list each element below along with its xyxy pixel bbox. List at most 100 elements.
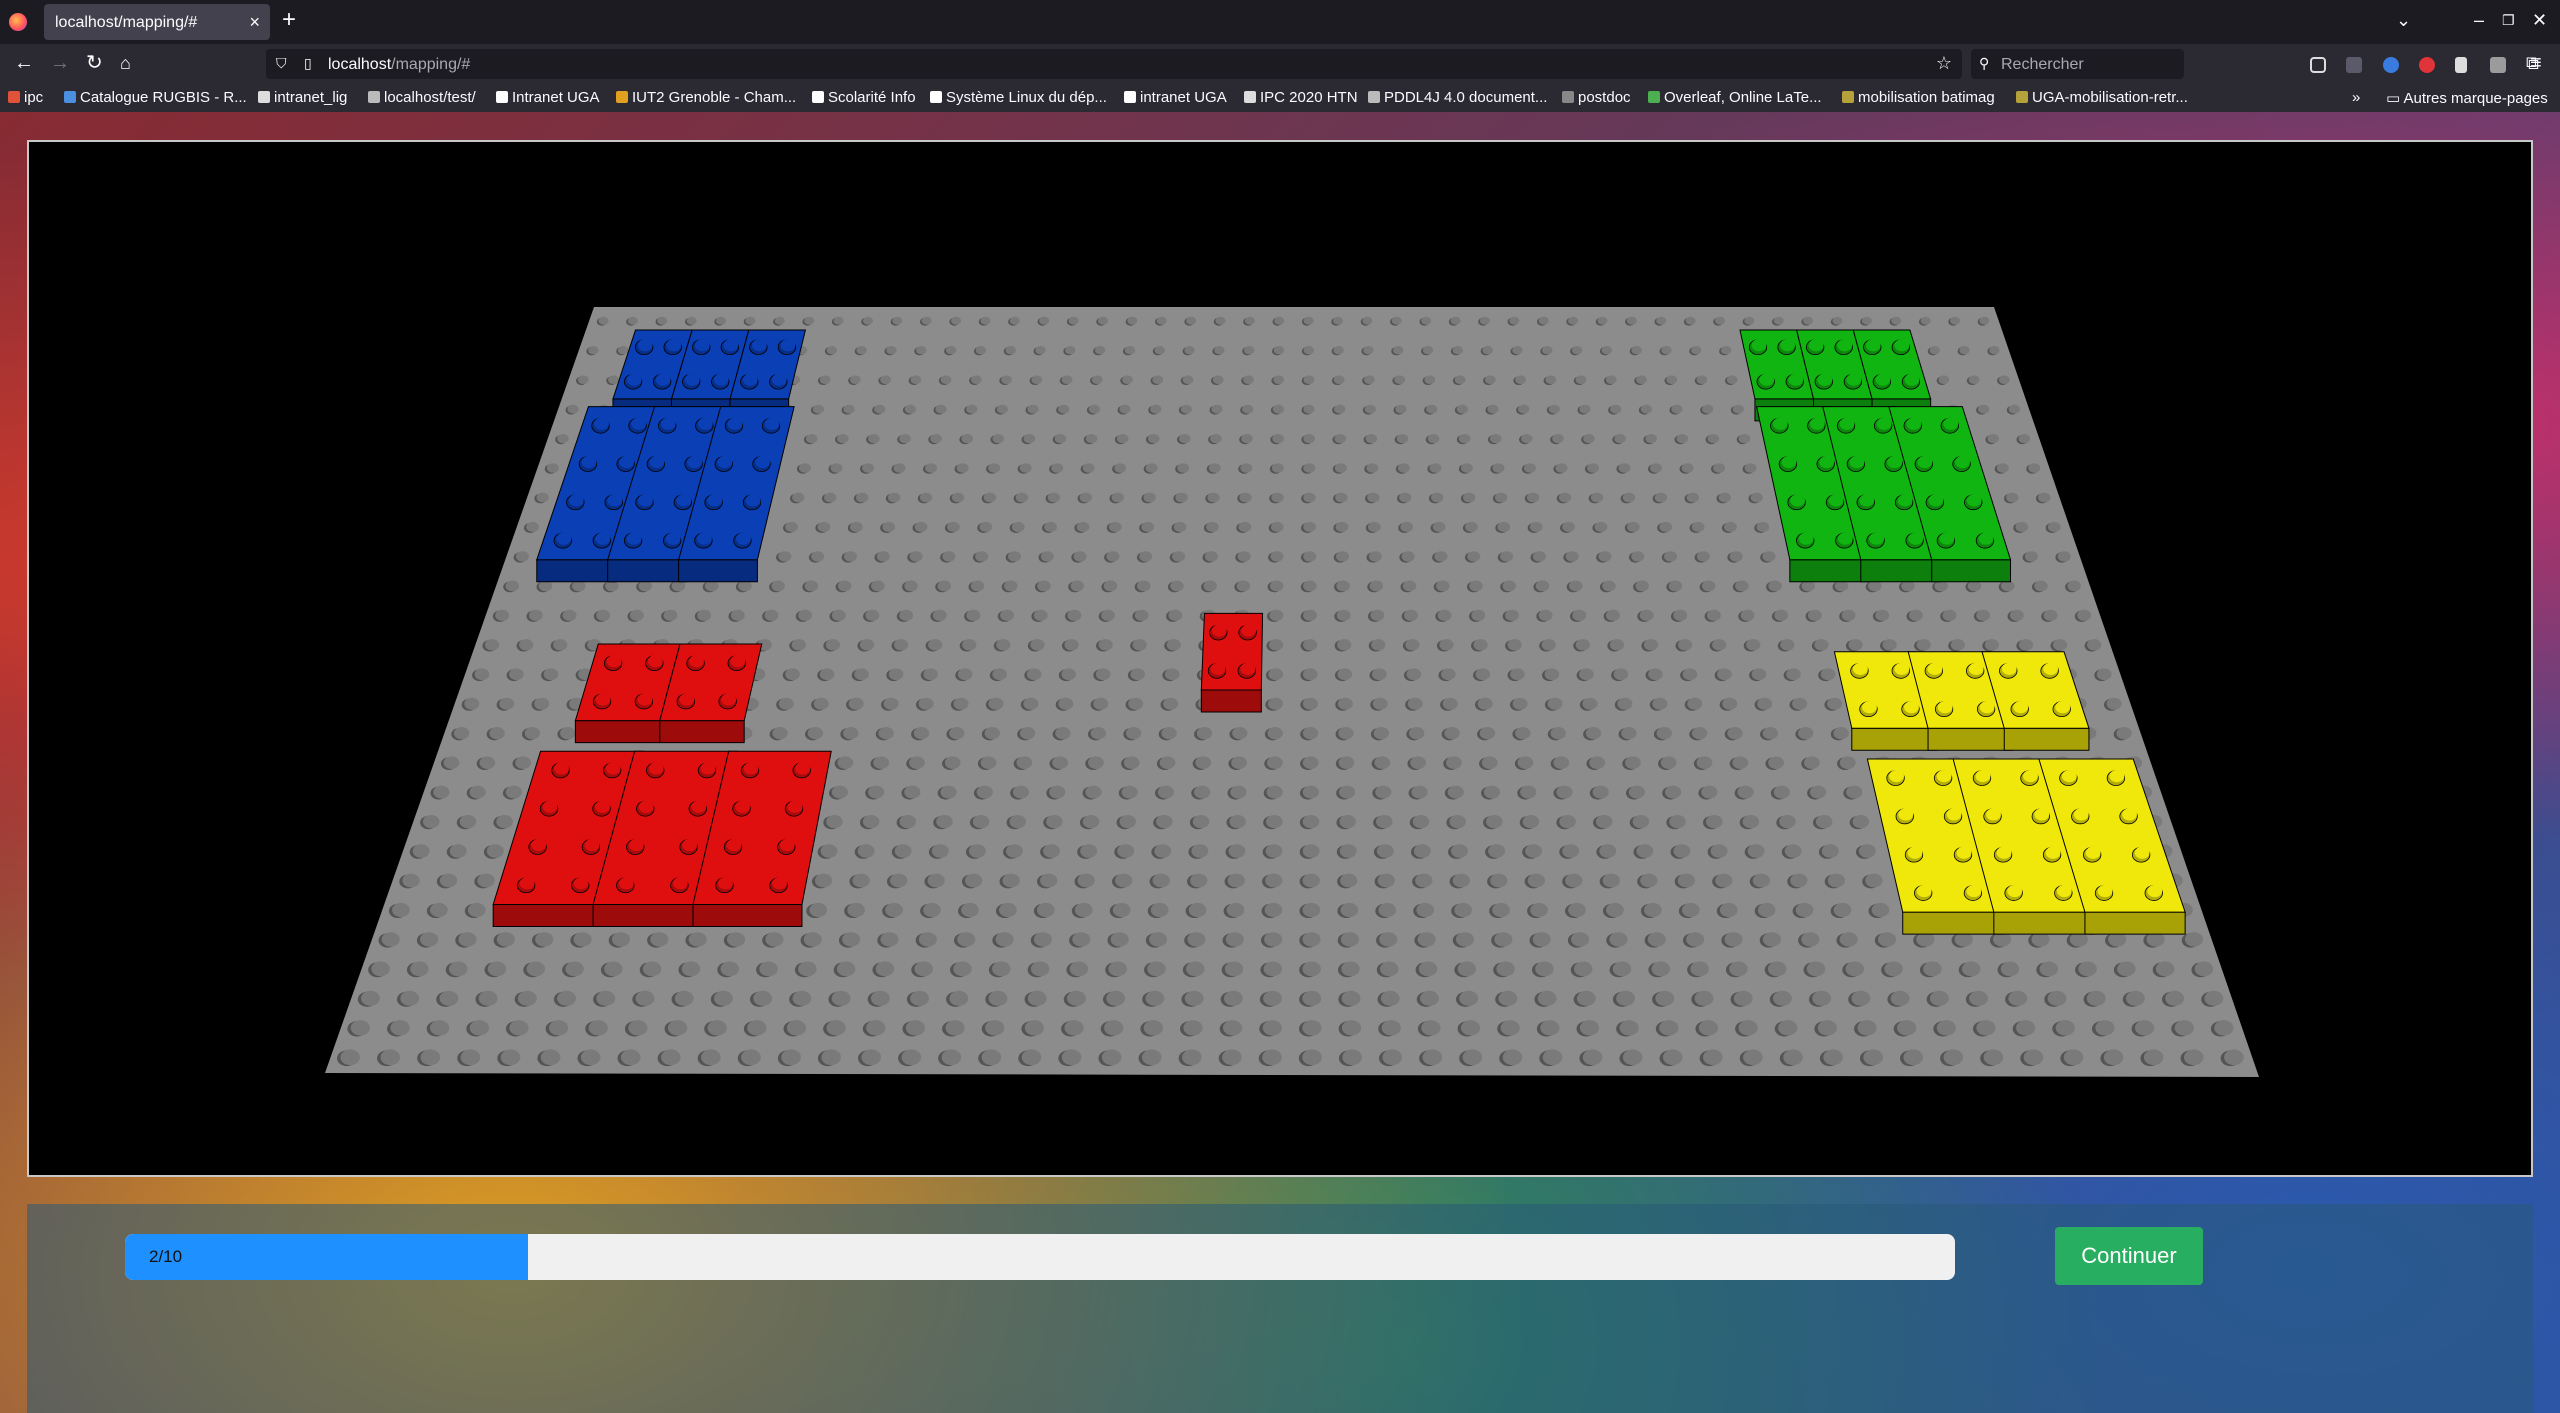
forward-icon[interactable]: → <box>50 52 70 74</box>
stud <box>1064 639 1079 651</box>
stud <box>1182 1049 1202 1066</box>
brick-stud-top <box>638 494 653 507</box>
extension-icon[interactable] <box>2346 57 2362 73</box>
bookmark-item[interactable]: intranet UGA <box>1124 89 1227 106</box>
stud <box>1613 668 1629 681</box>
other-bookmarks-folder[interactable]: ▭ Autres marque-pages <box>2386 89 2548 107</box>
bookmarks-overflow-icon[interactable]: » <box>2352 89 2360 106</box>
reader-icon[interactable] <box>2455 57 2467 73</box>
brick-stud-top <box>1928 494 1944 507</box>
stud <box>1035 346 1046 355</box>
bookmark-item[interactable]: postdoc <box>1562 89 1631 106</box>
brick-front-face <box>592 903 703 927</box>
bookmark-item[interactable]: IUT2 Grenoble - Cham... <box>616 89 796 106</box>
stud <box>1149 932 1168 947</box>
adblock-icon[interactable] <box>2419 57 2435 73</box>
bookmark-item[interactable]: Overleaf, Online LaTe... <box>1648 89 1822 106</box>
bookmark-item[interactable]: Système Linux du dép... <box>930 89 1107 106</box>
bookmark-item[interactable]: PDDL4J 4.0 document... <box>1368 89 1547 106</box>
bookmark-item[interactable]: mobilisation batimag <box>1842 89 1995 106</box>
brick-stud-top <box>1828 494 1844 507</box>
brick-scene-canvas[interactable] <box>27 140 2533 1177</box>
minimize-icon[interactable]: – <box>2474 10 2484 31</box>
brick-stud-top <box>1210 662 1226 675</box>
stud <box>1645 433 1657 444</box>
bookmark-item[interactable]: IPC 2020 HTN <box>1244 89 1358 106</box>
stud <box>1515 375 1526 384</box>
stud <box>899 433 911 444</box>
stud <box>1691 346 1702 355</box>
stud <box>843 727 859 740</box>
brick-scene-svg[interactable] <box>29 142 2535 1179</box>
stud <box>1609 639 1625 651</box>
stud <box>1454 375 1466 384</box>
stud <box>1367 492 1380 503</box>
stud <box>1616 990 1636 1006</box>
stud <box>826 346 838 355</box>
bookmark-item[interactable]: ipc <box>8 89 43 106</box>
stud <box>1111 492 1124 503</box>
page-icon[interactable]: ▯ <box>304 55 312 72</box>
stud <box>1452 346 1464 355</box>
bookmark-item[interactable]: intranet_lig <box>258 89 347 106</box>
stud <box>479 756 496 769</box>
menu-icon[interactable]: ≡ <box>2530 52 2542 74</box>
continue-button[interactable]: Continuer <box>2055 1227 2203 1285</box>
home-icon[interactable]: ⌂ <box>120 52 131 74</box>
stud <box>1579 668 1594 681</box>
stud <box>910 990 930 1006</box>
stud <box>878 727 894 740</box>
stud <box>904 404 917 414</box>
bookmark-star-icon[interactable]: ☆ <box>1936 53 1952 74</box>
bookmark-item[interactable]: Scolarité Info <box>812 89 916 106</box>
stud <box>1455 932 1475 947</box>
pocket-icon[interactable] <box>2310 57 2326 73</box>
stud <box>1768 580 1782 592</box>
url-text[interactable]: localhost/mapping/# <box>328 56 470 74</box>
restore-icon[interactable]: ❐ <box>2502 12 2515 29</box>
stud <box>1420 990 1439 1006</box>
stud <box>1263 961 1283 977</box>
stud <box>1713 463 1726 473</box>
stud <box>1127 316 1138 325</box>
stud <box>726 932 746 947</box>
back-icon[interactable]: ← <box>14 52 34 74</box>
stud <box>813 697 829 710</box>
tab-close-icon[interactable]: × <box>249 12 260 33</box>
stud <box>1762 727 1779 740</box>
stud <box>880 932 899 947</box>
stud <box>1164 668 1180 681</box>
bookmark-item[interactable]: UGA-mobilisation-retr... <box>2016 89 2188 106</box>
bookmark-item[interactable]: Catalogue RUGBIS - R... <box>64 89 247 106</box>
url-bar[interactable]: ⛉ ▯ localhost/mapping/# ☆ <box>266 49 1962 79</box>
close-window-icon[interactable]: ✕ <box>2532 10 2547 31</box>
stud <box>340 1049 361 1066</box>
stud <box>1548 404 1560 414</box>
stud <box>1402 580 1417 592</box>
tab-active[interactable]: localhost/mapping/# × <box>44 4 270 40</box>
stud <box>1152 375 1164 384</box>
bookmark-item[interactable]: Intranet UGA <box>496 89 600 106</box>
stud <box>1857 1020 1877 1036</box>
new-tab-button[interactable]: + <box>282 8 296 32</box>
stud <box>1150 902 1169 918</box>
stud <box>919 492 933 503</box>
shield-icon[interactable]: ⛉ <box>276 55 287 72</box>
tab-list-icon[interactable]: ⌄ <box>2396 10 2411 31</box>
brick-stud-top <box>1887 455 1903 469</box>
stud <box>1529 521 1543 533</box>
search-bar[interactable]: ⚲ Rechercher <box>1971 49 2184 79</box>
stud <box>1846 785 1863 799</box>
stud <box>1182 375 1194 384</box>
bookmark-item[interactable]: localhost/test/ <box>368 89 476 106</box>
stud <box>1184 990 1204 1006</box>
reload-icon[interactable]: ↻ <box>86 52 103 74</box>
downloads-icon[interactable] <box>2490 57 2506 73</box>
brick-stud-top <box>751 339 767 352</box>
extension-shield-icon[interactable] <box>2383 57 2399 73</box>
stud <box>1302 1020 1322 1036</box>
stud <box>1411 785 1428 799</box>
stud <box>1673 844 1691 858</box>
search-input[interactable]: Rechercher <box>2001 56 2084 74</box>
stud <box>1072 932 1091 947</box>
